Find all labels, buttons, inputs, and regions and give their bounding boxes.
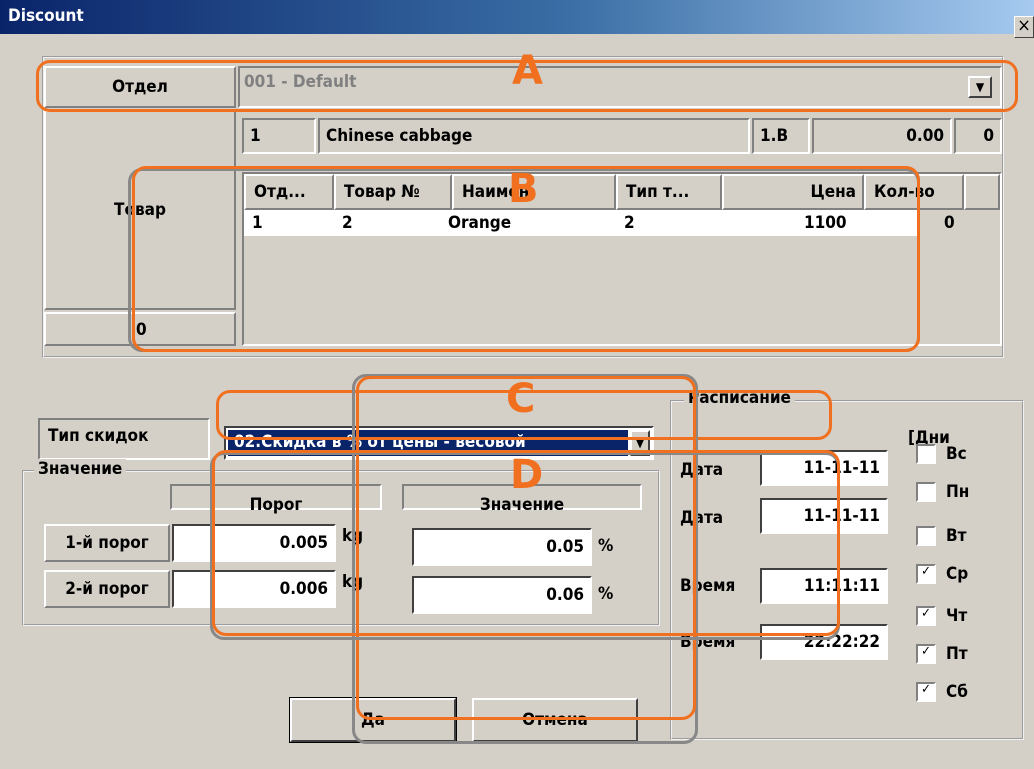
close-button[interactable]: × — [1014, 16, 1034, 38]
checkmark-icon[interactable]: ✓ — [916, 606, 936, 626]
day-checkbox-tue[interactable]: Вт — [916, 526, 967, 546]
checkbox-icon[interactable] — [916, 482, 936, 502]
annotation-label-d: D — [510, 452, 544, 498]
window-title: Discount — [8, 6, 84, 26]
checkbox-icon[interactable] — [916, 444, 936, 464]
discount-type-label: Тип скидок — [38, 418, 210, 460]
annotation-label-a: A — [512, 48, 543, 94]
current-qty: 0 — [954, 118, 1002, 154]
col-header-filler — [964, 174, 1000, 210]
checkmark-icon[interactable]: ✓ — [916, 644, 936, 664]
day-checkbox-thu[interactable]: ✓ Чт — [916, 606, 967, 626]
current-name: Chinese cabbage — [318, 118, 750, 154]
checkmark-icon[interactable]: ✓ — [916, 564, 936, 584]
current-code: 1.В — [752, 118, 810, 154]
threshold1-label: 1-й порог — [44, 524, 170, 562]
day-checkbox-wed[interactable]: ✓ Ср — [916, 564, 968, 584]
title-bar — [0, 0, 1034, 34]
row-qty: 0 — [944, 213, 955, 233]
current-dept: 1 — [242, 118, 316, 154]
annotation-label-b: B — [508, 166, 539, 212]
day-checkbox-sun[interactable]: Вс — [916, 444, 967, 464]
current-price: 0.00 — [812, 118, 952, 154]
annotation-label-c: C — [506, 376, 536, 422]
values-group-label: Значение — [34, 459, 127, 479]
day-checkbox-mon[interactable]: Пн — [916, 482, 969, 502]
checkbox-icon[interactable] — [916, 526, 936, 546]
threshold2-label: 2-й порог — [44, 570, 170, 608]
day-checkbox-fri[interactable]: ✓ Пт — [916, 644, 968, 664]
checkmark-icon[interactable]: ✓ — [916, 682, 936, 702]
day-checkbox-sat[interactable]: ✓ Сб — [916, 682, 968, 702]
